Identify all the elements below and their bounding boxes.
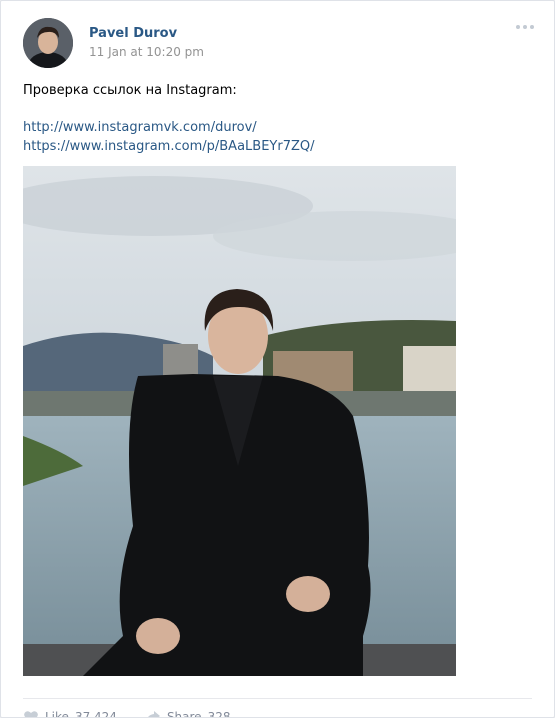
post-actions: Like 37 424 Share 328: [23, 710, 231, 718]
post-photo[interactable]: [23, 166, 456, 676]
author-name[interactable]: Pavel Durov: [89, 26, 177, 41]
like-count: 37 424: [74, 710, 117, 718]
post-link-1[interactable]: http://www.instagramvk.com/durov/: [23, 120, 257, 135]
avatar[interactable]: [23, 18, 73, 68]
share-icon: [148, 711, 160, 717]
post-card: Pavel Durov 11 Jan at 10:20 pm Проверка …: [0, 0, 555, 718]
like-label: Like: [45, 710, 69, 718]
post-timestamp[interactable]: 11 Jan at 10:20 pm: [89, 45, 204, 59]
share-count: 328: [207, 710, 231, 718]
more-options-icon[interactable]: [516, 25, 534, 29]
post-link-2[interactable]: https://www.instagram.com/p/BAaLBEYr7ZQ/: [23, 139, 314, 154]
heart-icon: [24, 711, 38, 717]
photo-image: [23, 166, 456, 676]
post-text: Проверка ссылок на Instagram:: [23, 83, 237, 98]
like-button[interactable]: Like 37 424: [23, 710, 117, 718]
share-button[interactable]: Share 328: [145, 710, 231, 718]
share-label: Share: [166, 710, 202, 718]
post-divider: [23, 698, 532, 699]
avatar-image: [23, 18, 73, 68]
